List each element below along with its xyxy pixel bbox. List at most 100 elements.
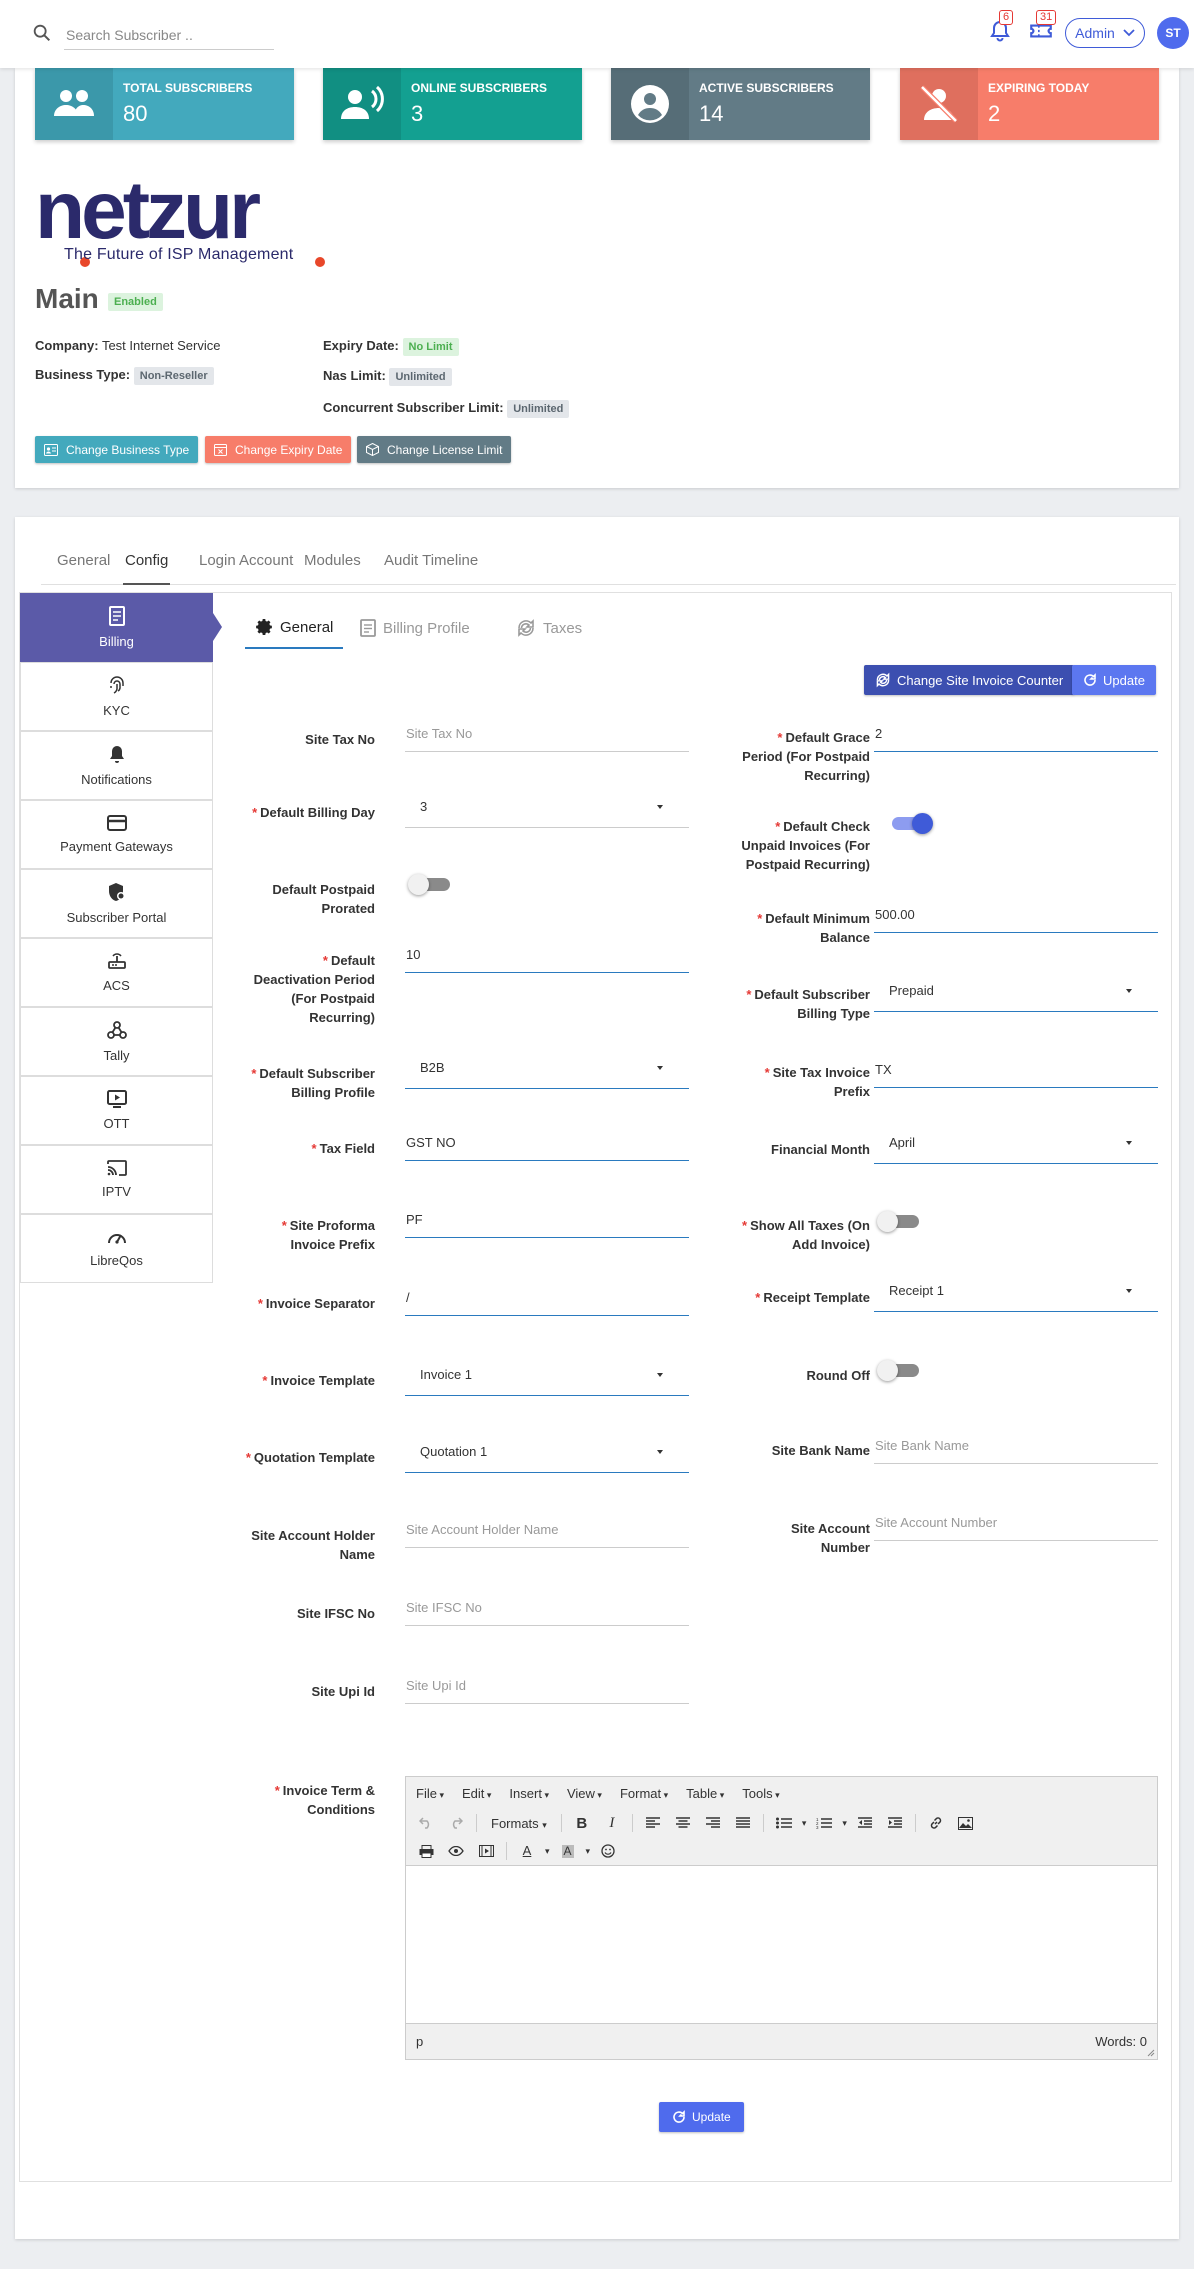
sidebar-item-libreqos[interactable]: LibreQos: [20, 1214, 213, 1283]
ifsc-input[interactable]: Site IFSC No: [405, 1594, 689, 1626]
change-license-limit-button[interactable]: Change License Limit: [357, 436, 512, 463]
sidebar-item-ott[interactable]: OTT: [20, 1076, 213, 1145]
change-business-type-button[interactable]: Change Business Type: [35, 436, 199, 463]
billing-type-select[interactable]: Prepaid: [874, 977, 1158, 1012]
link-icon[interactable]: [924, 1812, 948, 1834]
quotation-template-select[interactable]: Quotation 1: [405, 1438, 689, 1473]
toggle-knob: [912, 813, 933, 834]
sidebar-item-kyc[interactable]: KYC: [20, 662, 213, 731]
text-color-dropdown[interactable]: ▾: [545, 1846, 550, 1857]
numbered-list-dropdown[interactable]: ▾: [842, 1818, 847, 1829]
sidebar-item-billing[interactable]: Billing: [20, 593, 213, 662]
postpaid-prorated-toggle[interactable]: [408, 872, 453, 896]
cube-icon: [366, 443, 379, 456]
editor-menu-file[interactable]: File: [416, 1786, 444, 1801]
emoticon-icon[interactable]: [596, 1840, 620, 1862]
change-site-invoice-counter-button[interactable]: Change Site Invoice Counter: [864, 665, 1075, 695]
billing-profile-select[interactable]: B2B: [405, 1054, 689, 1089]
background-color-icon[interactable]: A: [556, 1840, 580, 1862]
invoice-separator-input[interactable]: /: [405, 1284, 689, 1316]
editor-menu-format[interactable]: Format: [620, 1786, 668, 1801]
financial-month-select[interactable]: April: [874, 1129, 1158, 1164]
undo-icon[interactable]: [414, 1812, 438, 1834]
search-input[interactable]: [64, 20, 274, 50]
invoice-template-select[interactable]: Invoice 1: [405, 1361, 689, 1396]
billing-profile-label: * Default Subscriber Billing Profile: [251, 1066, 375, 1100]
preview-icon[interactable]: [444, 1840, 468, 1862]
tab-modules[interactable]: Modules: [304, 549, 361, 585]
subtab-billing-profile[interactable]: Billing Profile: [360, 607, 470, 649]
subtab-taxes[interactable]: Taxes: [516, 607, 582, 649]
subtab-general[interactable]: General: [245, 607, 344, 649]
minimum-balance-input[interactable]: 500.00: [874, 901, 1158, 933]
update-button[interactable]: Update: [1072, 665, 1156, 695]
sidebar-item-iptv[interactable]: IPTV: [20, 1145, 213, 1214]
bank-name-input[interactable]: Site Bank Name: [874, 1432, 1158, 1464]
tax-invoice-prefix-input[interactable]: TX: [874, 1056, 1158, 1088]
proforma-prefix-input[interactable]: PF: [405, 1206, 689, 1238]
media-icon[interactable]: [474, 1840, 498, 1862]
sidebar-item-notifications[interactable]: Notifications: [20, 731, 213, 800]
sidebar-item-payment-gateways[interactable]: Payment Gateways: [20, 800, 213, 869]
resize-handle-icon[interactable]: [1147, 2049, 1155, 2057]
italic-icon[interactable]: I: [600, 1812, 624, 1834]
tab-config[interactable]: Config: [123, 549, 171, 585]
ticket-count-badge: 31: [1036, 10, 1057, 25]
sidebar-item-tally[interactable]: Tally: [20, 1007, 213, 1076]
redo-icon[interactable]: [444, 1812, 468, 1834]
round-off-toggle[interactable]: [877, 1358, 922, 1382]
sidebar-item-subscriber-portal[interactable]: Subscriber Portal: [20, 869, 213, 938]
align-right-icon[interactable]: [701, 1812, 725, 1834]
deactivation-period-input[interactable]: 10: [405, 941, 689, 973]
text-color-icon[interactable]: A: [515, 1840, 539, 1862]
users-icon: [54, 90, 94, 116]
account-holder-input[interactable]: Site Account Holder Name: [405, 1516, 689, 1548]
print-icon[interactable]: [414, 1840, 438, 1862]
align-left-icon[interactable]: [641, 1812, 665, 1834]
editor-menu-tools[interactable]: Tools: [742, 1786, 779, 1801]
tax-field-input[interactable]: GST NO: [405, 1129, 689, 1161]
tab-general[interactable]: General: [57, 549, 110, 585]
bullet-list-icon[interactable]: [772, 1812, 796, 1834]
indent-icon[interactable]: [883, 1812, 907, 1834]
editor-menu-edit[interactable]: Edit: [462, 1786, 491, 1801]
align-justify-icon[interactable]: [731, 1812, 755, 1834]
editor-menu-table[interactable]: Table: [686, 1786, 724, 1801]
update-button-bottom[interactable]: Update: [659, 2102, 744, 2132]
stat-expiring-today[interactable]: EXPIRING TODAY 2: [900, 68, 1159, 140]
show-all-taxes-toggle[interactable]: [877, 1209, 922, 1233]
bold-icon[interactable]: B: [570, 1812, 594, 1834]
upi-input[interactable]: Site Upi Id: [405, 1672, 689, 1704]
background-color-dropdown[interactable]: ▾: [586, 1846, 591, 1857]
default-billing-day-select[interactable]: 3: [405, 793, 689, 828]
editor-content-area[interactable]: [406, 1866, 1157, 2011]
change-expiry-date-button[interactable]: Change Expiry Date: [205, 436, 352, 463]
stat-active-subscribers[interactable]: ACTIVE SUBSCRIBERS 14: [611, 68, 870, 140]
avatar[interactable]: ST: [1157, 17, 1189, 49]
editor-menu-insert[interactable]: Insert: [509, 1786, 549, 1801]
tickets-button[interactable]: 31: [1028, 10, 1057, 44]
align-center-icon[interactable]: [671, 1812, 695, 1834]
outdent-icon[interactable]: [853, 1812, 877, 1834]
sidebar-item-acs[interactable]: ACS: [20, 938, 213, 1007]
editor-element-path[interactable]: p: [416, 2034, 423, 2049]
sidebar-item-label: Notifications: [81, 772, 152, 787]
receipt-template-select[interactable]: Receipt 1: [874, 1277, 1158, 1312]
tab-login-account[interactable]: Login Account: [199, 549, 293, 585]
notifications-button[interactable]: 6: [988, 10, 1014, 44]
stat-label: EXPIRING TODAY: [988, 81, 1090, 95]
site-tax-no-input[interactable]: Site Tax No: [405, 720, 689, 752]
bullet-list-dropdown[interactable]: ▾: [802, 1818, 807, 1829]
image-icon[interactable]: [954, 1812, 978, 1834]
numbered-list-icon[interactable]: 123: [812, 1812, 836, 1834]
expiry-badge: No Limit: [402, 338, 459, 356]
stat-online-subscribers[interactable]: ONLINE SUBSCRIBERS 3: [323, 68, 582, 140]
editor-menu-view[interactable]: View: [567, 1786, 602, 1801]
account-number-input[interactable]: Site Account Number: [874, 1509, 1158, 1541]
tab-audit-timeline[interactable]: Audit Timeline: [384, 549, 478, 585]
stat-total-subscribers[interactable]: TOTAL SUBSCRIBERS 80: [35, 68, 294, 140]
grace-period-input[interactable]: 2: [874, 720, 1158, 752]
admin-menu-button[interactable]: Admin: [1065, 18, 1145, 48]
formats-dropdown[interactable]: Formats ▾: [485, 1816, 553, 1831]
check-unpaid-toggle[interactable]: [888, 811, 933, 835]
